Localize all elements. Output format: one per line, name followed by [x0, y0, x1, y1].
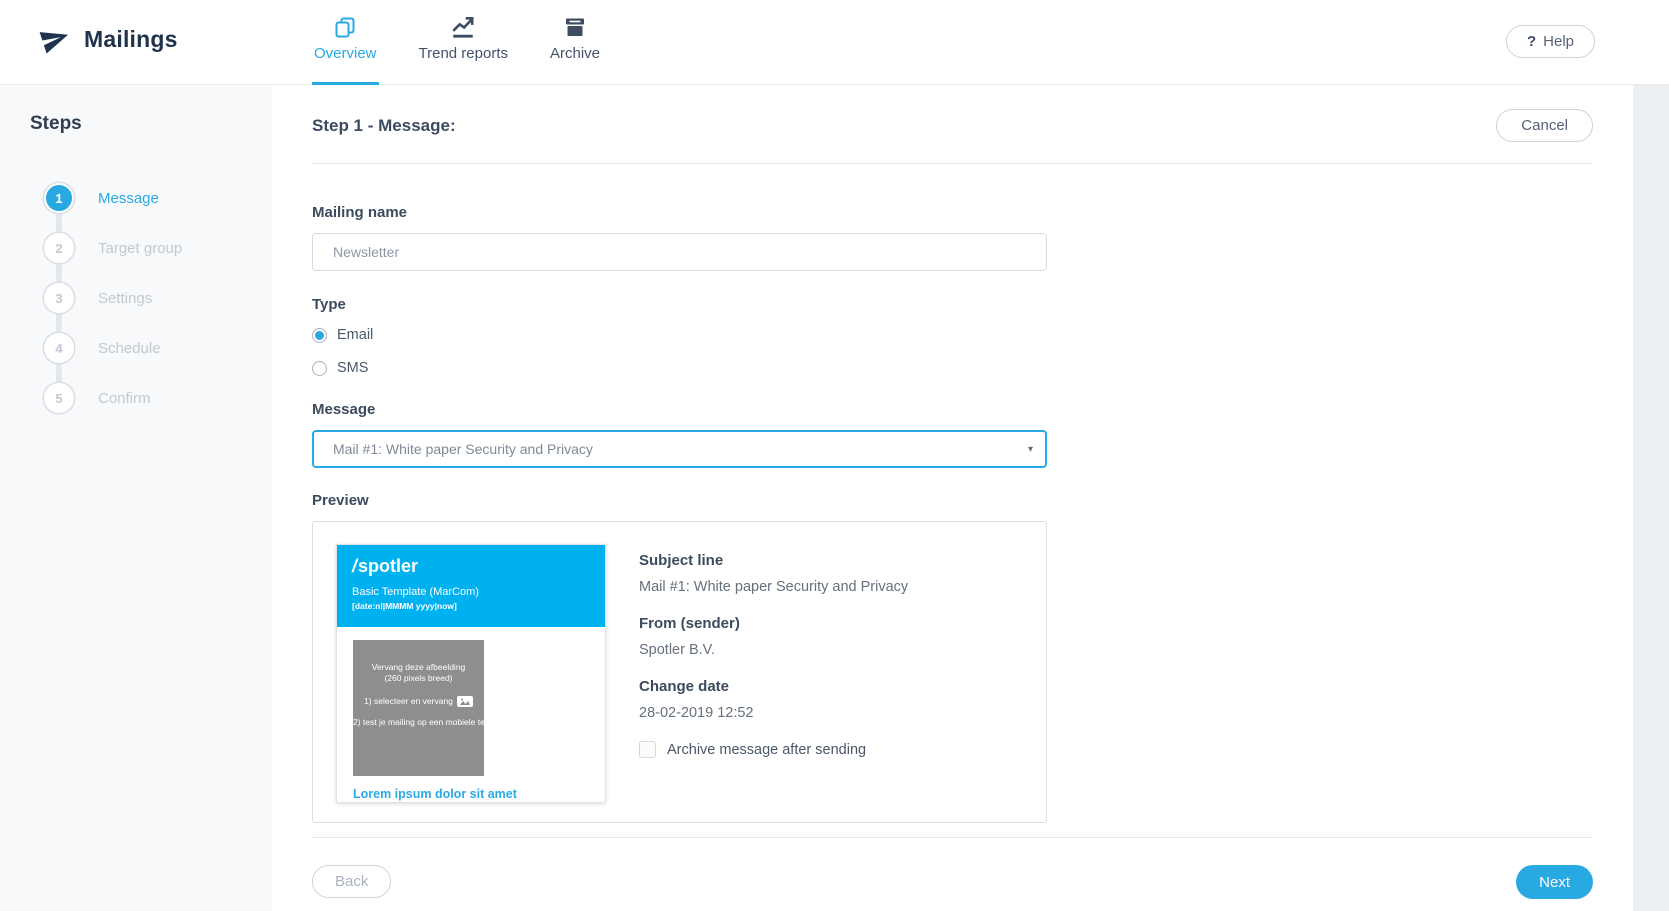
- date-merge-tag: [date:nl|MMMM yyyy|now]: [352, 601, 457, 611]
- question-mark-icon: ?: [1526, 33, 1537, 50]
- radio-sms-icon: [312, 360, 327, 376]
- placeholder-line2: (260 pixels breed): [384, 673, 453, 683]
- cancel-button[interactable]: Cancel: [1496, 109, 1593, 142]
- radio-option-sms[interactable]: SMS: [312, 357, 1047, 379]
- step-confirm[interactable]: 5 Confirm: [30, 373, 272, 423]
- step-circle-3: 3: [44, 283, 74, 313]
- subject-line-value: Mail #1: White paper Security and Privac…: [639, 579, 909, 595]
- message-label: Message: [312, 401, 376, 418]
- archive-after-sending-option[interactable]: Archive message after sending: [639, 741, 908, 758]
- radio-option-email[interactable]: Email: [312, 324, 1047, 346]
- spotler-logo: /spotler: [352, 556, 590, 577]
- step-schedule[interactable]: 4 Schedule: [30, 323, 272, 373]
- next-button[interactable]: Next: [1516, 865, 1593, 899]
- main-content: Step 1 - Message: Cancel Mailing name Ty…: [272, 85, 1633, 911]
- chevron-down-icon: ▾: [1027, 443, 1033, 455]
- steps-sidebar: Steps 1 Message 2 Target group 3 Setting…: [0, 85, 272, 911]
- step-label-target-group: Target group: [98, 239, 183, 257]
- change-date-value: 28-02-2019 12:52: [639, 705, 754, 721]
- app-header: Mailings Overview Trend reports Archive …: [0, 0, 1669, 85]
- footer-divider: [312, 837, 1593, 838]
- tab-overview-label: Overview: [314, 45, 377, 62]
- step-settings[interactable]: 3 Settings: [30, 273, 272, 323]
- preview-label: Preview: [312, 492, 369, 509]
- steps-title: Steps: [30, 113, 82, 134]
- stepper: 1 Message 2 Target group 3 Settings 4 Sc…: [30, 173, 272, 423]
- placeholder-line3: 1) selecteer en vervang: [364, 696, 453, 706]
- step-label-message: Message: [98, 189, 159, 207]
- thumbnail-body: Vervang deze afbeelding (260 pixels bree…: [337, 627, 605, 802]
- step-label-schedule: Schedule: [98, 339, 161, 357]
- from-sender-label: From (sender): [639, 615, 740, 632]
- preview-details: Subject line Mail #1: White paper Securi…: [639, 544, 908, 822]
- radio-sms-label: SMS: [337, 360, 369, 376]
- title-divider: [312, 163, 1593, 164]
- logo-slash: /: [352, 556, 358, 576]
- step-circle-2: 2: [44, 233, 74, 263]
- thumbnail-lorem-heading: Lorem ipsum dolor sit amet: [353, 787, 517, 801]
- archive-box-icon: [563, 13, 587, 41]
- subject-line-label: Subject line: [639, 552, 724, 569]
- help-button[interactable]: ? Help: [1505, 25, 1595, 58]
- radio-email-icon: [312, 327, 327, 343]
- tab-archive-label: Archive: [550, 45, 601, 62]
- step-message[interactable]: 1 Message: [30, 173, 272, 223]
- tab-overview[interactable]: Overview: [312, 0, 379, 85]
- logo-text: spotler: [358, 556, 419, 576]
- template-name: Basic Template (MarCom): [352, 586, 479, 598]
- picture-icon: [456, 696, 473, 707]
- page: Mailings Overview Trend reports Archive …: [0, 0, 1669, 911]
- tab-trend-reports[interactable]: Trend reports: [417, 0, 510, 85]
- image-placeholder: Vervang deze afbeelding (260 pixels bree…: [353, 640, 508, 776]
- help-button-label: Help: [1543, 33, 1574, 50]
- step-target-group[interactable]: 2 Target group: [30, 223, 272, 273]
- header-tabs: Overview Trend reports Archive: [312, 0, 602, 85]
- brand: Mailings: [39, 24, 178, 54]
- email-preview-thumbnail[interactable]: /spotler Basic Template (MarCom) [date:n…: [336, 544, 606, 803]
- tab-trend-reports-label: Trend reports: [418, 45, 508, 62]
- change-date-label: Change date: [639, 678, 730, 695]
- message-select-value: Mail #1: White paper Security and Privac…: [333, 441, 593, 457]
- radio-email-label: Email: [337, 327, 374, 343]
- archive-checkbox-label: Archive message after sending: [667, 741, 867, 758]
- type-label: Type: [312, 296, 346, 313]
- preview-panel: /spotler Basic Template (MarCom) [date:n…: [312, 521, 1047, 823]
- tab-archive[interactable]: Archive: [548, 0, 602, 85]
- thumbnail-header: /spotler Basic Template (MarCom) [date:n…: [337, 545, 605, 627]
- app-title: Mailings: [84, 25, 178, 52]
- step-label-settings: Settings: [98, 289, 153, 307]
- mailing-name-label: Mailing name: [312, 204, 408, 221]
- message-select[interactable]: Mail #1: White paper Security and Privac…: [312, 430, 1047, 468]
- message-form: Mailing name Type Email SMS Message Mail…: [312, 204, 1047, 823]
- step-circle-4: 4: [44, 333, 74, 363]
- step-circle-5: 5: [44, 383, 74, 413]
- mailing-name-input[interactable]: [312, 233, 1047, 271]
- placeholder-line1: Vervang deze afbeelding: [371, 662, 466, 672]
- archive-checkbox[interactable]: [639, 741, 656, 758]
- step-circle-1: 1: [44, 183, 74, 213]
- from-sender-value: Spotler B.V.: [639, 642, 716, 658]
- trend-chart-icon: [450, 13, 476, 41]
- placeholder-line4: 2) test je mailing op een mobiele telefo…: [353, 717, 508, 727]
- page-title: Step 1 - Message:: [312, 115, 456, 135]
- step-label-confirm: Confirm: [98, 389, 151, 407]
- overview-pages-icon: [333, 13, 357, 41]
- back-button[interactable]: Back: [312, 865, 392, 898]
- paper-plane-icon: [39, 24, 70, 54]
